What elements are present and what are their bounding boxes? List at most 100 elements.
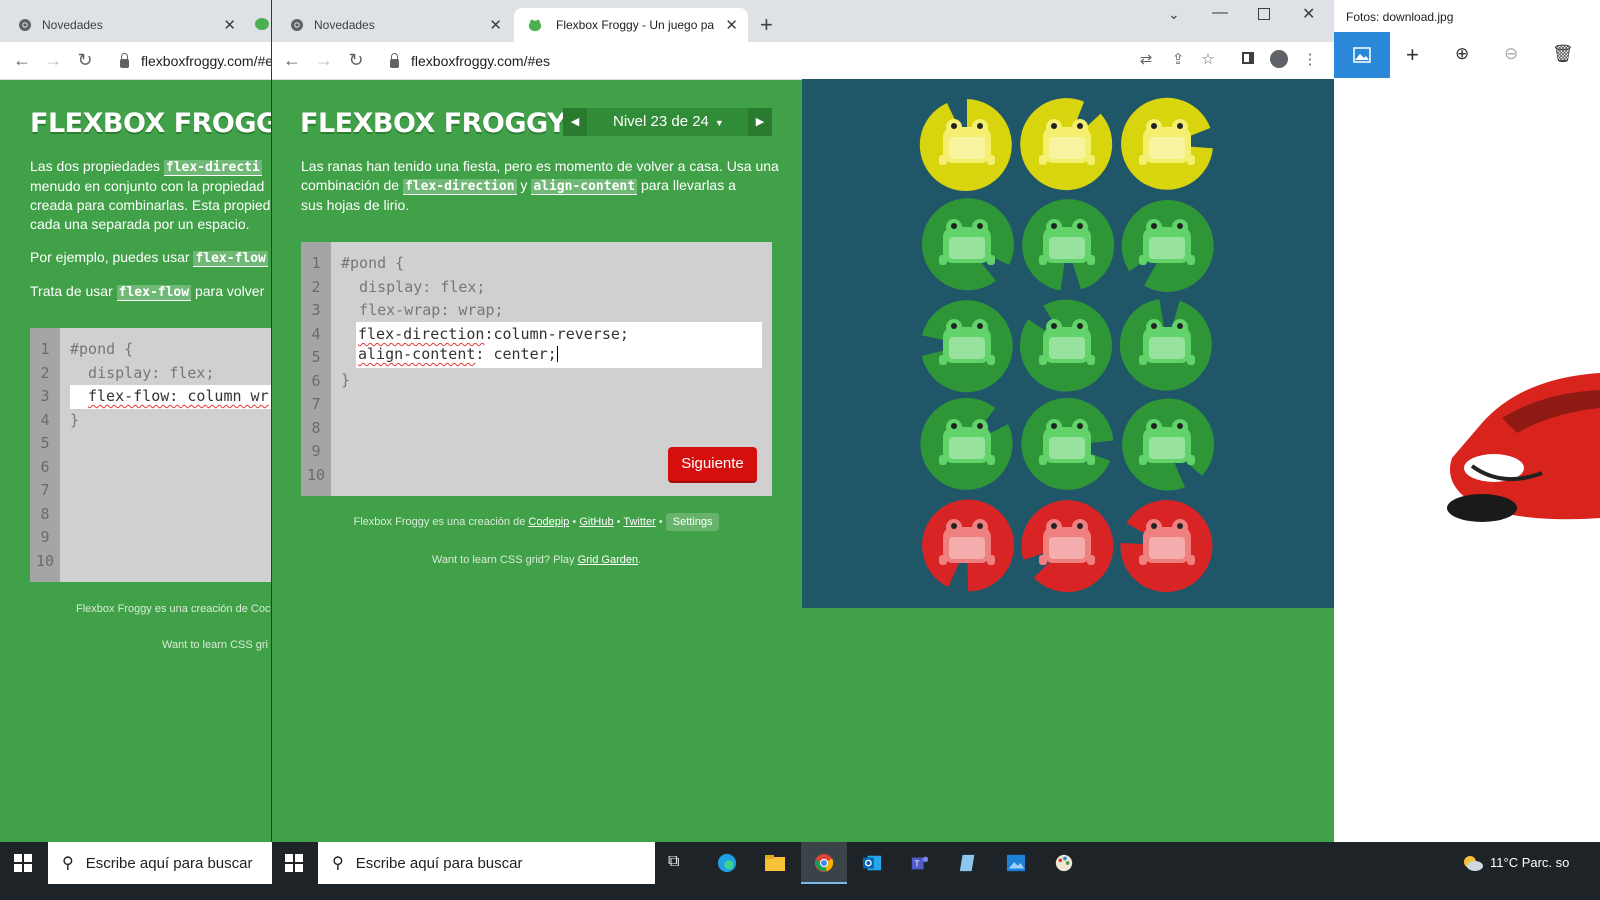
tab-novedades-label: Novedades bbox=[314, 18, 375, 32]
yellow-frog-on-lilypad bbox=[919, 99, 1012, 191]
zoom-out-icon[interactable]: ⊖ bbox=[1504, 44, 1518, 64]
photos-app-window: Fotos: download.jpg + ⊕ ⊖ 🗑 bbox=[1334, 0, 1600, 842]
search-icon: ⚲ bbox=[62, 855, 74, 872]
settings-button[interactable]: Settings bbox=[665, 513, 720, 531]
red-frog-on-lilypad bbox=[1120, 500, 1213, 592]
green-frog-on-lilypad bbox=[921, 198, 1014, 291]
back-tab-label: Novedades bbox=[42, 18, 103, 32]
next-level-arrow-icon[interactable]: ▶ bbox=[748, 108, 772, 136]
back-tab-novedades[interactable]: Novedades ✕ bbox=[0, 8, 246, 42]
windows-taskbar: ⚲ Escribe aquí para buscar ⚲ Escribe aqu… bbox=[0, 842, 1600, 900]
codepip-link[interactable]: Codepip bbox=[528, 516, 569, 528]
yellow-frog-on-lilypad bbox=[1020, 98, 1113, 191]
share-icon[interactable]: ⇪ bbox=[1168, 50, 1188, 68]
green-frog-on-lilypad bbox=[1022, 199, 1115, 291]
grid-garden-link[interactable]: Grid Garden bbox=[578, 554, 639, 566]
close-tab-icon[interactable]: ✕ bbox=[725, 16, 738, 34]
code-line: flex-wrap: wrap; bbox=[341, 301, 504, 319]
next-button[interactable]: Siguiente bbox=[668, 447, 757, 483]
image-view-button[interactable] bbox=[1334, 32, 1390, 78]
bookmark-star-icon[interactable]: ☆ bbox=[1198, 50, 1218, 68]
back-tab-strip: Novedades ✕ bbox=[0, 0, 272, 42]
page-logo: FLEXBOX FROGGY bbox=[300, 108, 567, 139]
back-footer-grid: Want to learn CSS gri bbox=[162, 639, 268, 651]
outlook-icon[interactable] bbox=[861, 853, 883, 873]
close-tab-icon[interactable]: ✕ bbox=[489, 16, 502, 34]
profile-avatar-icon[interactable] bbox=[1270, 50, 1288, 68]
pond-board bbox=[802, 79, 1334, 608]
yellow-frog-on-lilypad bbox=[1121, 97, 1213, 190]
chrome-icon bbox=[291, 19, 303, 31]
translate-icon[interactable]: ⇄ bbox=[1136, 50, 1156, 68]
instructions: Las ranas han tenido una fiesta, pero es… bbox=[301, 158, 779, 213]
lock-icon bbox=[390, 52, 399, 68]
weather-partly-cloudy-icon[interactable] bbox=[1462, 854, 1484, 872]
side-panel-icon[interactable] bbox=[1242, 52, 1254, 64]
github-link[interactable]: GitHub bbox=[579, 516, 613, 528]
weather-text[interactable]: 11°C Parc. so bbox=[1490, 855, 1569, 870]
taskbar-search-box[interactable]: ⚲ Escribe aquí para buscar bbox=[318, 842, 655, 884]
code-keyword: flex-directi bbox=[163, 160, 262, 176]
add-icon[interactable]: + bbox=[1406, 42, 1419, 68]
reload-icon[interactable]: ↻ bbox=[346, 50, 366, 71]
line-number-gutter: 1 2 3 4 5 6 7 8 9 10 bbox=[30, 328, 60, 582]
level-indicator[interactable]: Nivel 23 de 24 ▼ bbox=[613, 108, 724, 137]
url-text: flexboxfroggy.com/#es bbox=[411, 53, 551, 69]
address-bar[interactable]: flexboxfroggy.com/#es bbox=[390, 50, 550, 72]
windows-start-icon[interactable] bbox=[285, 854, 303, 872]
forward-arrow-icon[interactable]: → bbox=[314, 50, 334, 71]
back-footer: Flexbox Froggy es una creación de Coc bbox=[76, 603, 271, 615]
photos-title: Fotos: download.jpg bbox=[1346, 10, 1454, 24]
code-line: } bbox=[341, 371, 351, 389]
grid-garden-promo: Want to learn CSS grid? Play Grid Garden… bbox=[431, 554, 642, 566]
text-cursor bbox=[556, 346, 558, 362]
menu-kebab-icon[interactable]: ⋮ bbox=[1300, 50, 1320, 68]
chrome-icon bbox=[19, 19, 31, 31]
maximize-icon[interactable] bbox=[1258, 8, 1270, 20]
green-frog-on-lilypad bbox=[1121, 200, 1214, 292]
back-address-bar[interactable]: flexboxfroggy.com/#es bbox=[120, 50, 272, 72]
green-frog-on-lilypad bbox=[1021, 397, 1114, 490]
new-tab-button[interactable]: + bbox=[760, 12, 773, 38]
back-instructions: Las dos propiedades flex-directi menudo … bbox=[30, 158, 271, 301]
chrome-icon[interactable] bbox=[813, 853, 835, 873]
reload-icon[interactable]: ↻ bbox=[75, 50, 95, 71]
tab-flexbox-froggy[interactable]: Flexbox Froggy - Un juego para a ✕ bbox=[514, 8, 748, 42]
twitter-link[interactable]: Twitter bbox=[623, 516, 655, 528]
red-frog-on-lilypad bbox=[922, 499, 1015, 592]
delete-trash-icon[interactable]: 🗑 bbox=[1552, 44, 1574, 64]
svg-text:T: T bbox=[915, 860, 920, 869]
code-keyword: flex-flow bbox=[193, 251, 268, 267]
code-flex-direction: flex-direction bbox=[402, 179, 517, 195]
close-window-icon[interactable]: ✕ bbox=[1302, 4, 1315, 24]
back-arrow-icon[interactable]: ← bbox=[282, 50, 302, 71]
back-arrow-icon[interactable]: ← bbox=[12, 50, 32, 71]
green-frog-on-lilypad bbox=[1122, 398, 1215, 491]
file-explorer-icon[interactable] bbox=[764, 853, 786, 873]
tab-flexbox-label: Flexbox Froggy - Un juego para a bbox=[556, 18, 714, 32]
front-browser-window: Novedades ✕ Flexbox Froggy - Un juego pa… bbox=[272, 0, 1334, 842]
frog-favicon-icon bbox=[254, 16, 270, 30]
green-frog-on-lilypad bbox=[920, 397, 1013, 490]
previous-level-arrow-icon[interactable]: ◀ bbox=[563, 108, 587, 136]
level-selector[interactable]: ◀ Nivel 23 de 24 ▼ ▶ bbox=[563, 108, 772, 136]
paint-icon[interactable] bbox=[1053, 853, 1075, 873]
image-icon bbox=[1353, 47, 1371, 63]
zoom-in-icon[interactable]: ⊕ bbox=[1455, 44, 1469, 64]
tab-novedades[interactable]: Novedades ✕ bbox=[272, 8, 512, 42]
teams-icon[interactable]: T bbox=[909, 853, 931, 873]
close-tab-icon[interactable]: ✕ bbox=[223, 16, 236, 34]
css-input-textarea[interactable]: flex-direction:column-reverse; align-con… bbox=[356, 322, 762, 368]
minimize-icon[interactable]: — bbox=[1212, 4, 1228, 22]
task-view-icon[interactable]: ⧉ bbox=[668, 853, 690, 873]
front-tab-strip: Novedades ✕ Flexbox Froggy - Un juego pa… bbox=[272, 0, 1334, 42]
photos-icon[interactable] bbox=[1005, 853, 1027, 873]
back-css-input[interactable]: flex-flow: column wr bbox=[70, 385, 272, 409]
tab-search-icon[interactable]: ⌄ bbox=[1168, 6, 1180, 23]
notepad-icon[interactable] bbox=[957, 853, 979, 873]
code-align-content: align-content bbox=[531, 179, 638, 195]
edge-icon[interactable] bbox=[716, 853, 738, 873]
forward-arrow-icon[interactable]: → bbox=[43, 50, 63, 71]
windows-start-icon[interactable] bbox=[14, 854, 32, 872]
back-taskbar-search[interactable]: ⚲ Escribe aquí para buscar bbox=[48, 842, 272, 884]
